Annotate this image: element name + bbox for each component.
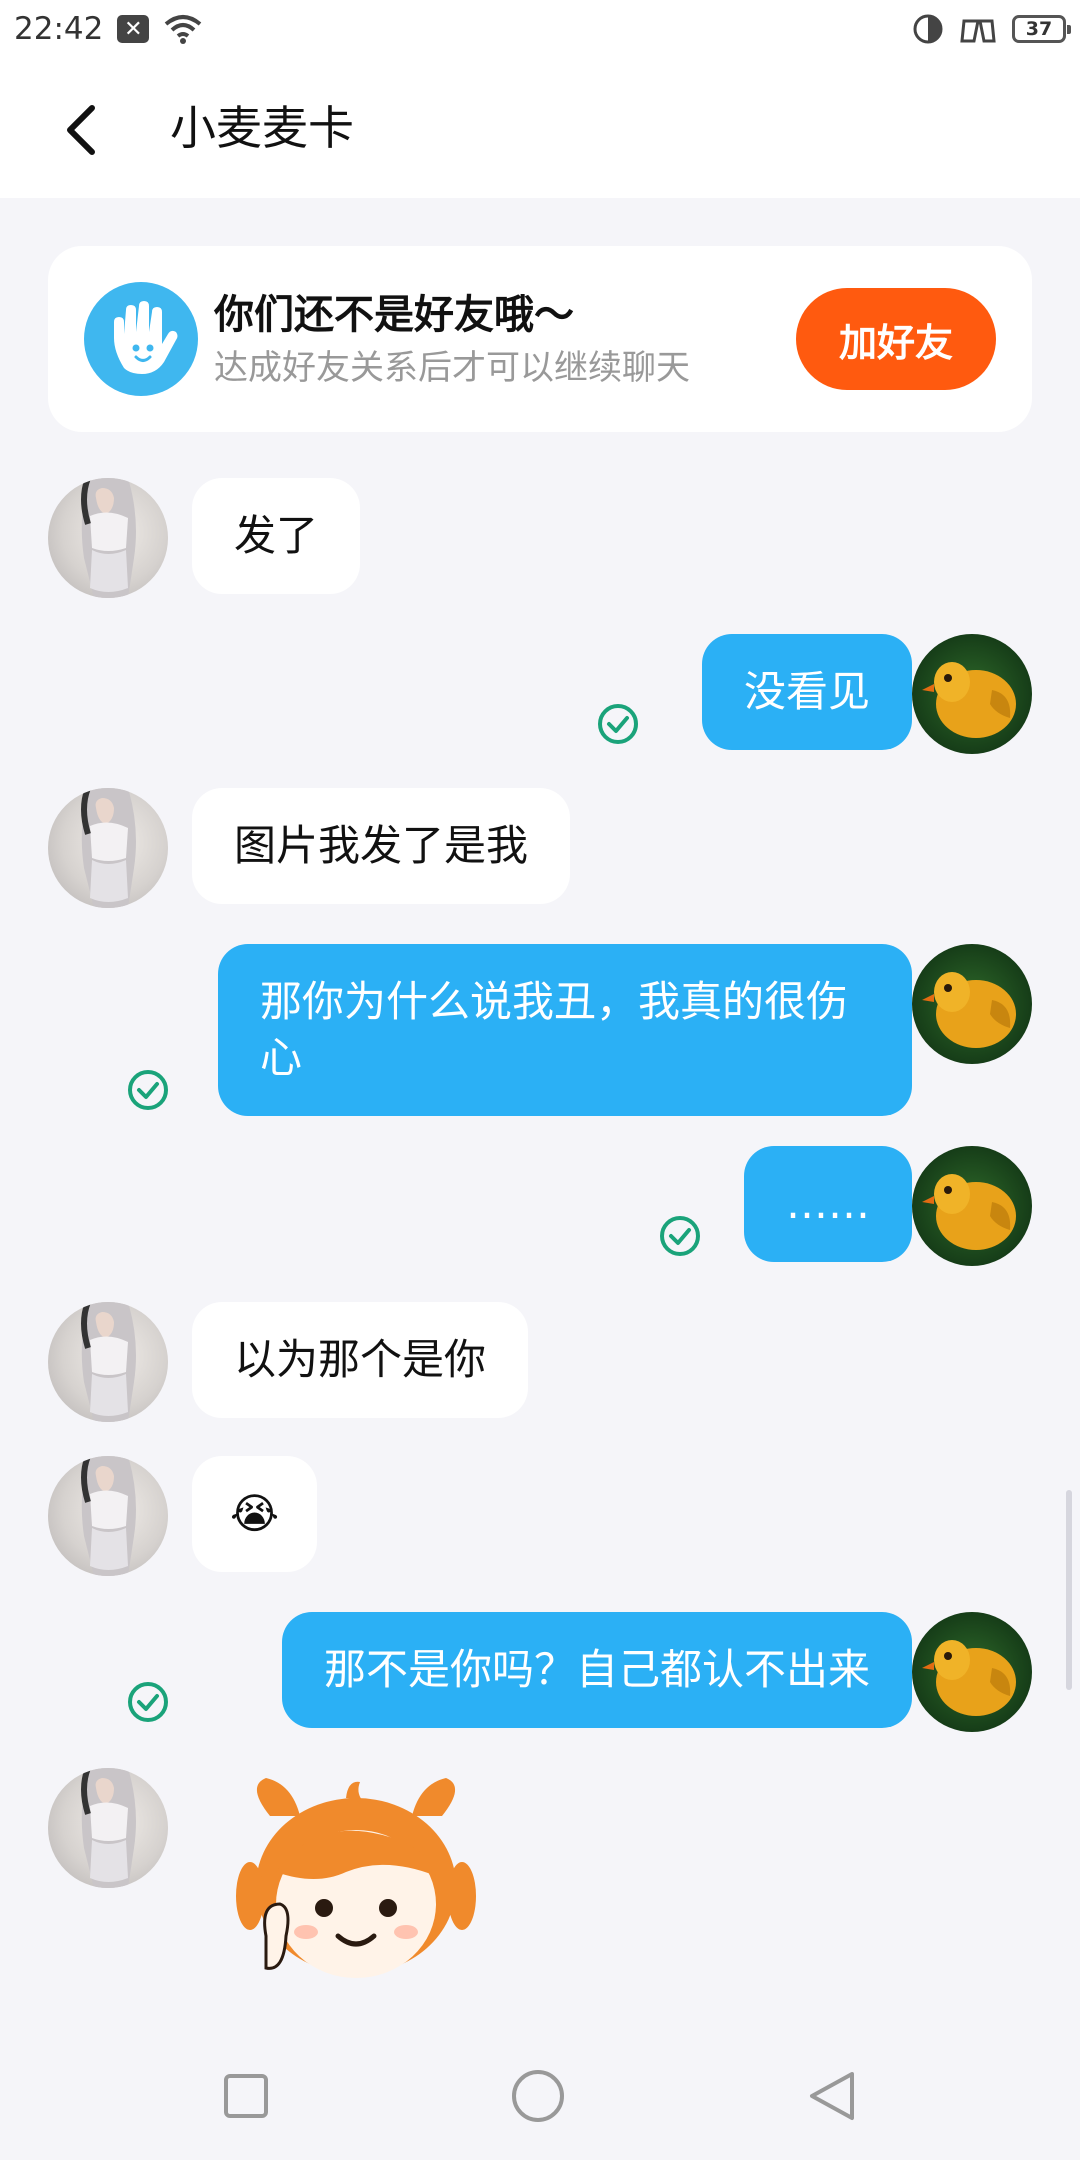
my-avatar[interactable]	[912, 944, 1032, 1064]
chat-header: 小麦麦卡	[0, 58, 1080, 198]
read-check-icon	[596, 702, 640, 746]
message-bubble-incoming[interactable]: 发了	[192, 478, 361, 594]
close-box-icon: ✕	[117, 15, 150, 43]
my-avatar[interactable]	[912, 634, 1032, 754]
contact-avatar[interactable]	[48, 1456, 168, 1576]
status-left: 22:42 ✕	[14, 11, 203, 47]
recent-apps-icon[interactable]	[218, 2068, 274, 2124]
scroll-indicator[interactable]	[1066, 1490, 1072, 1690]
contact-avatar[interactable]	[48, 788, 168, 908]
battery-icon: 37	[1012, 15, 1071, 43]
status-bar: 22:42 ✕ 37	[0, 0, 1080, 58]
cartoon-girl-sticker[interactable]	[236, 1776, 476, 1986]
read-check-icon	[126, 1068, 170, 1112]
status-right: 37	[912, 13, 1071, 45]
my-avatar[interactable]	[912, 1146, 1032, 1266]
back-arrow-icon[interactable]	[60, 100, 104, 160]
waving-hand-icon	[84, 282, 198, 396]
game-mode-icon	[958, 13, 998, 45]
contact-avatar[interactable]	[48, 478, 168, 598]
chat-title: 小麦麦卡	[170, 101, 354, 155]
home-icon[interactable]	[510, 2068, 566, 2124]
message-bubble-emoji[interactable]: 😭	[192, 1456, 318, 1572]
message-bubble-outgoing[interactable]: 没看见	[701, 634, 912, 750]
message-bubble-outgoing[interactable]: 那不是你吗？自己都认不出来	[281, 1612, 912, 1728]
read-check-icon	[658, 1214, 702, 1258]
friend-notice-subtitle: 达成好友关系后才可以继续聊天	[214, 348, 690, 388]
my-avatar[interactable]	[912, 1612, 1032, 1732]
read-check-icon	[126, 1680, 170, 1724]
status-time: 22:42	[14, 11, 104, 47]
wifi-icon	[163, 13, 203, 45]
message-bubble-outgoing[interactable]: ……	[744, 1146, 912, 1262]
message-bubble-outgoing[interactable]: 那你为什么说我丑，我真的很伤心	[218, 944, 912, 1116]
message-bubble-incoming[interactable]: 以为那个是你	[192, 1302, 529, 1418]
friend-notice-title: 你们还不是好友哦～	[214, 292, 574, 338]
system-navigation-bar	[0, 2030, 1080, 2160]
add-friend-button[interactable]: 加好友	[796, 288, 996, 390]
message-bubble-incoming[interactable]: 图片我发了是我	[192, 788, 571, 904]
contact-avatar[interactable]	[48, 1302, 168, 1422]
contact-avatar[interactable]	[48, 1768, 168, 1888]
data-saver-icon	[912, 13, 944, 45]
crying-emoji-icon: 😭	[230, 1489, 280, 1538]
back-triangle-icon[interactable]	[804, 2068, 860, 2124]
battery-level: 37	[1025, 18, 1053, 40]
friend-notice-card: 你们还不是好友哦～ 达成好友关系后才可以继续聊天 加好友	[48, 246, 1032, 432]
